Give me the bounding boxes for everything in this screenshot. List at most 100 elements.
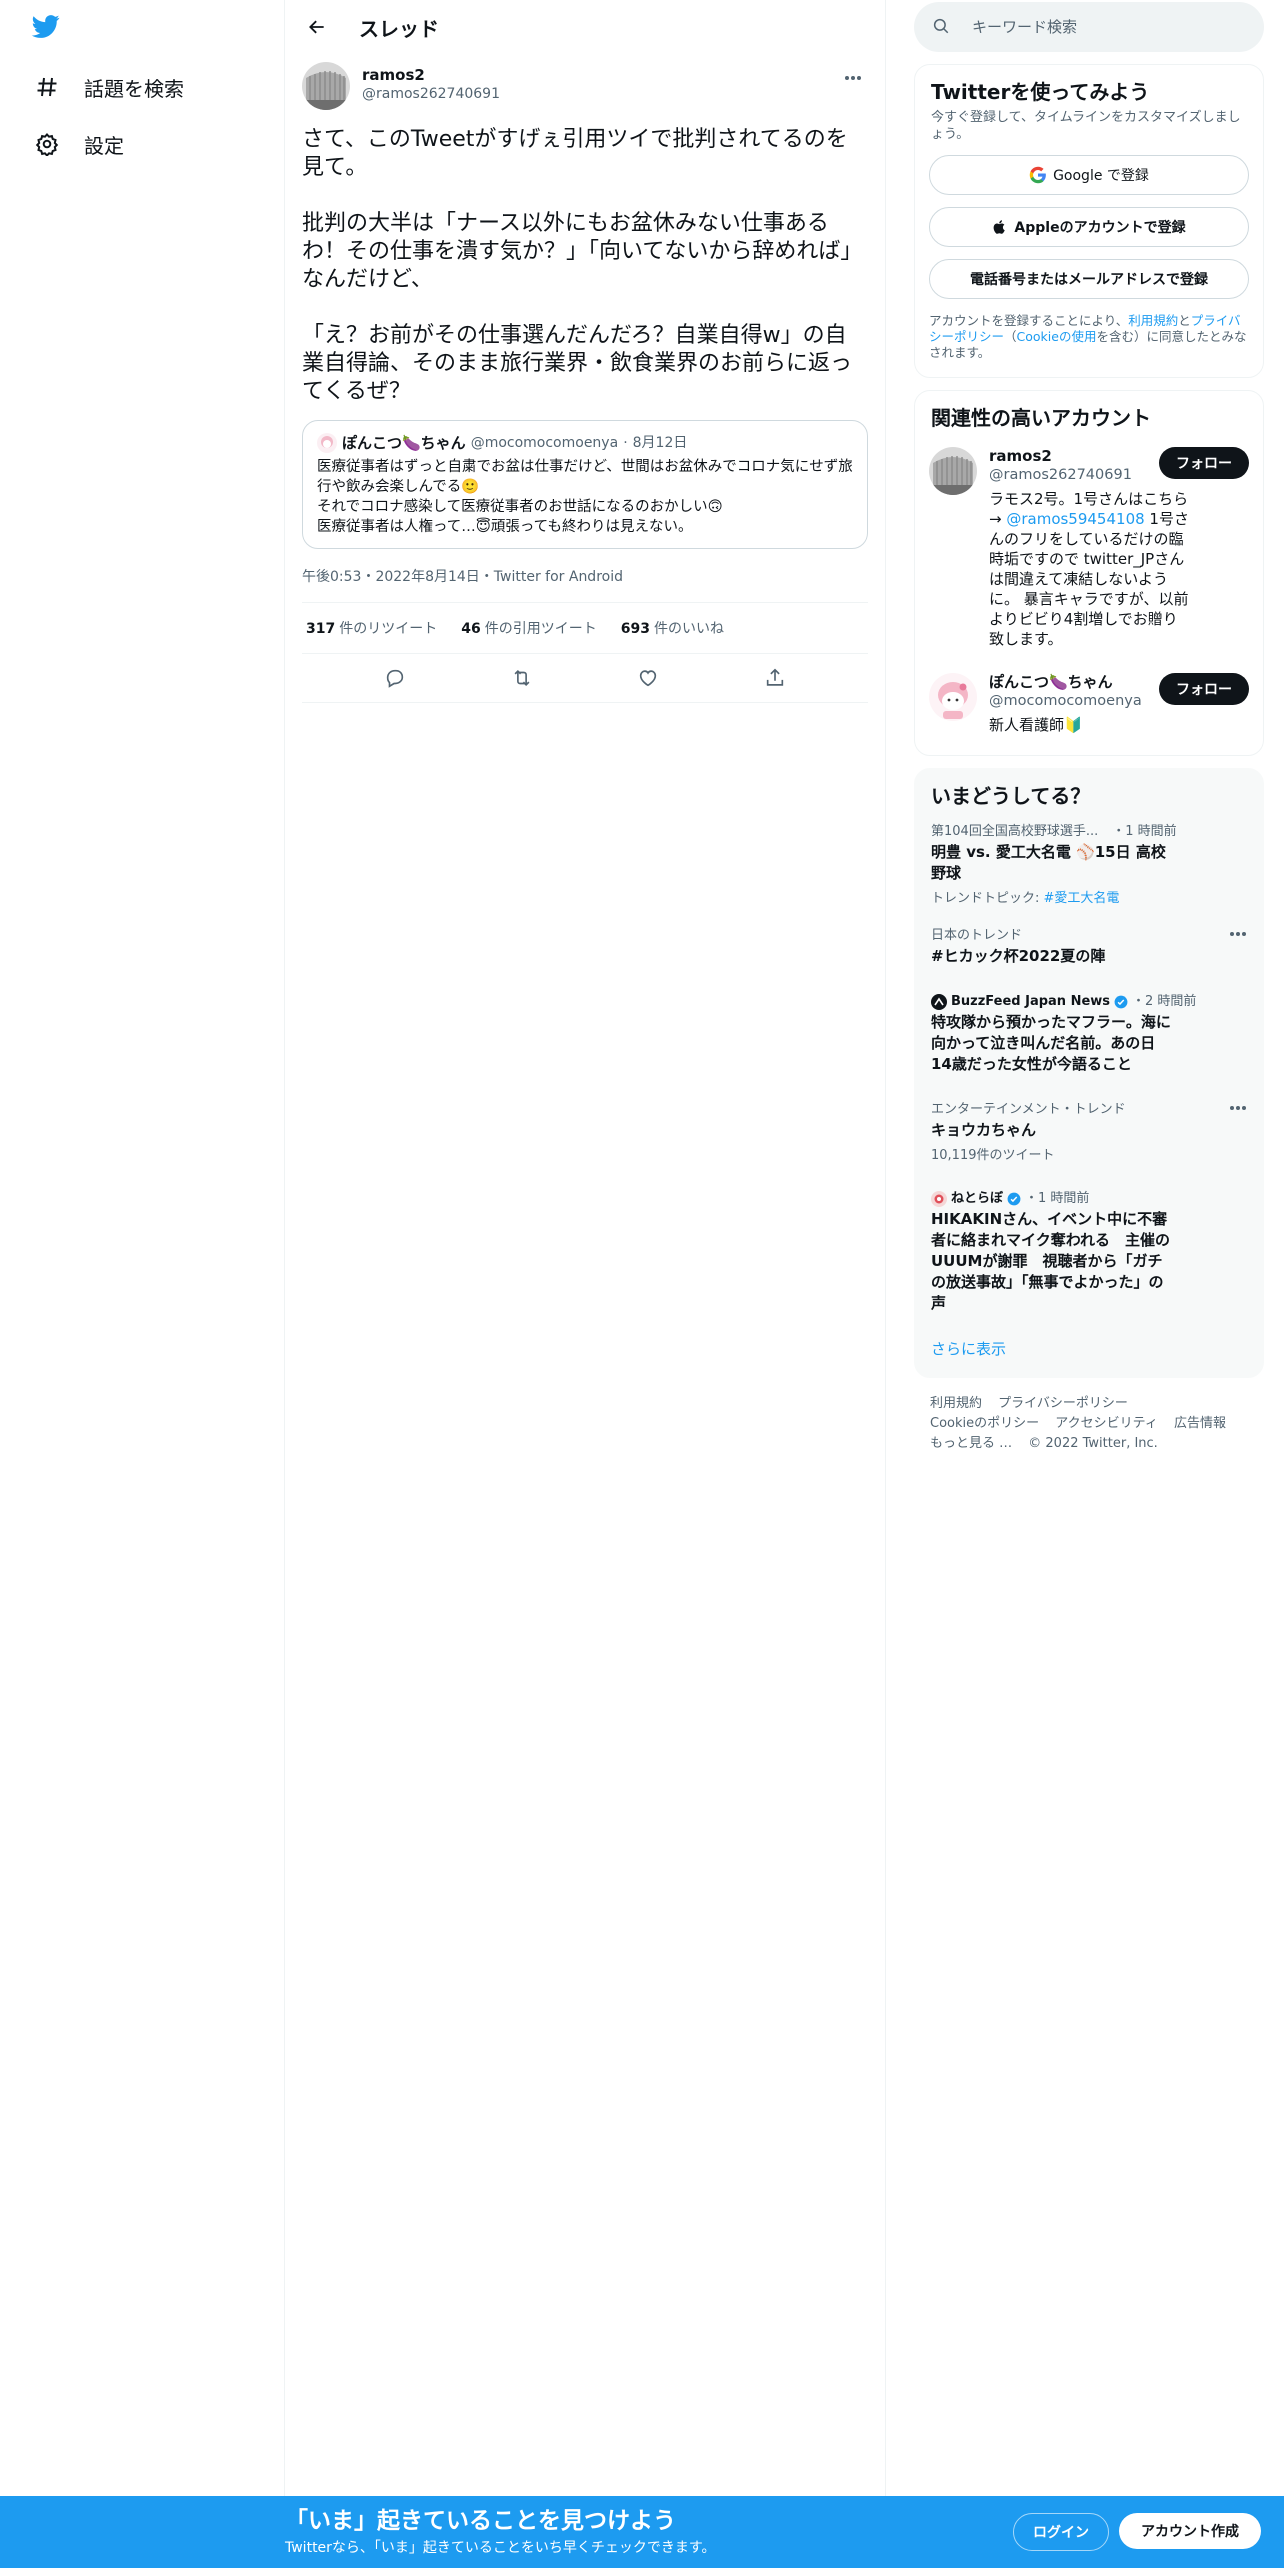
terms-and: と [1178,313,1191,328]
trend-item[interactable]: 日本のトレンド #ヒカック杯2022夏の陣 [915,915,1263,975]
account-bio: 新人看護師🔰 [989,716,1083,734]
account-bio-mention-link[interactable]: @ramos59454108 [1006,510,1144,528]
quote-count-value: 46 [461,621,481,637]
quoted-separator: · [623,435,628,451]
signup-terms: アカウントを登録することにより、利用規約とプライバシーポリシー（Cookieの使… [915,299,1263,361]
left-navigation: 話題を検索 設定 [0,0,285,2568]
twitter-bird-icon[interactable] [30,12,70,48]
author-handle: @ramos262740691 [362,86,500,102]
retweet-count[interactable]: 317 件のリツイート [306,618,437,638]
apple-signup-button[interactable]: Appleのアカウントで登録 [929,207,1249,247]
search-input[interactable] [970,17,1234,37]
like-count-label: 件のいいね [653,621,724,637]
banner-subtitle: Twitterなら、「いま」起きていることをいち早くチェックできます。 [285,2540,716,2556]
quote-count-label: 件の引用ツイート [484,621,597,637]
gear-icon [32,129,62,159]
quoted-tweet[interactable]: ぽんこつ🍆ちゃん @mocomocomoenya · 8月12日 医療従事者はず… [302,420,868,549]
netorabo-logo-icon [931,1190,947,1207]
trends-title: いまどうしてる？ [931,784,1091,808]
footer-link-ads[interactable]: 広告情報 [1174,1414,1226,1434]
signup-subtitle: 今すぐ登録して、タイムラインをカスタマイズしましょう。 [931,110,1241,142]
like-count-value: 693 [620,621,650,637]
account-bio: ラモス2号。1号さんはこちら→ @ramos59454108 1号さんのフリをし… [989,489,1189,649]
hashtag-icon [32,72,62,102]
trend-context: 第104回全国高校野球選手... ・1 時間前 [931,823,1247,840]
phone-email-signup-button[interactable]: 電話番号またはメールアドレスで登録 [929,259,1249,299]
trend-context: 日本のトレンド [931,928,1023,943]
follow-button[interactable]: フォロー [1159,447,1249,479]
retweet-count-label: 件のリツイート [339,621,438,637]
trend-category: 第104回全国高校野球選手... [931,824,1099,839]
trend-item[interactable]: エンターテインメント・トレンド キョウカちゃん 10,119件のツイート [915,1083,1263,1172]
search-icon [932,17,952,37]
tweet-timestamp[interactable]: 午後0:53・2022年8月14日・Twitter for Android [302,567,868,603]
google-signup-button[interactable]: Google で登録 [929,155,1249,195]
trend-topic: トレンドトピック: #愛工大名電 [931,890,1247,907]
trend-tweet-count: 10,119件のツイート [931,1148,1055,1163]
more-horizontal-icon [844,75,862,81]
follow-button[interactable]: フォロー [1159,673,1249,705]
signup-panel: Twitterを使ってみよう 今すぐ登録して、タイムラインをカスタマイズしましょ… [914,64,1264,378]
reply-button[interactable] [377,660,413,696]
account-handle: @mocomocomoenya [989,693,1142,709]
search-bar[interactable] [914,2,1264,52]
signup-title: Twitterを使ってみよう [931,80,1150,104]
tweet-stats: 317 件のリツイート 46 件の引用ツイート 693 件のいいね [302,603,868,654]
retweet-count-value: 317 [306,621,336,637]
footer-link-privacy[interactable]: プライバシーポリシー [998,1394,1128,1414]
retweet-button[interactable] [504,660,540,696]
trend-item[interactable]: ねとらぼ ・1 時間前 HIKAKINさん、イベント中に不審者に絡まれマイク奪わ… [915,1172,1263,1322]
trend-title: 明豊 vs. 愛工大名電 ⚾15日 高校野球 [931,843,1166,882]
reply-icon [384,667,406,689]
login-button[interactable]: ログイン [1013,2513,1109,2551]
back-button[interactable] [299,9,335,45]
more-horizontal-icon[interactable] [1229,931,1249,945]
quoted-avatar [317,433,337,453]
like-icon [637,667,659,689]
trend-hashtag-link[interactable]: #愛工大名電 [1044,891,1120,906]
like-count[interactable]: 693 件のいいね [621,618,724,638]
nav-explore[interactable]: 話題を検索 [32,67,184,107]
quote-count[interactable]: 46 件の引用ツイート [461,618,596,638]
footer-link-cookie[interactable]: Cookieのポリシー [930,1414,1039,1434]
google-signup-label: Google で登録 [1053,168,1149,184]
author-info[interactable]: ramos2 @ramos262740691 [362,62,500,104]
terms-prefix: アカウントを登録することにより、 [929,313,1129,328]
footer-links: 利用規約 プライバシーポリシー Cookieのポリシー アクセシビリティ 広告情… [914,1378,1264,1470]
trends-panel: いまどうしてる？ 第104回全国高校野球選手... ・1 時間前 明豊 vs. 愛… [914,768,1264,1378]
footer-copyright: © 2022 Twitter, Inc. [1028,1436,1158,1451]
like-button[interactable] [630,660,666,696]
nav-settings[interactable]: 設定 [32,124,124,164]
more-horizontal-icon[interactable] [1229,1105,1249,1119]
retweet-icon [511,667,533,689]
account-item[interactable]: ぽんこつ🍆ちゃん @mocomocomoenya 新人看護師🔰 フォロー [915,661,1263,747]
tweet-text: さて、このTweetがすげぇ引用ツイで批判されてるのを見て。 批判の大半は「ナー… [302,127,863,404]
trend-title: 特攻隊から預かったマフラー。海に向かって泣き叫んだ名前。あの日14歳だった女性が… [931,1013,1171,1073]
share-button[interactable] [757,660,793,696]
bottom-signup-banner: 「いま」起きていることを見つけよう Twitterなら、「いま」起きていることを… [0,2496,1284,2568]
footer-link-terms[interactable]: 利用規約 [930,1394,982,1414]
more-options-button[interactable] [838,68,868,88]
trend-item[interactable]: BuzzFeed Japan News ・2 時間前 特攻隊から預かったマフラー… [915,975,1263,1083]
trend-item[interactable]: 第104回全国高校野球選手... ・1 時間前 明豊 vs. 愛工大名電 ⚾15日… [915,809,1263,915]
trend-context: エンターテインメント・トレンド [931,1102,1126,1117]
cookie-use-link[interactable]: Cookieの使用 [1017,329,1097,344]
nav-explore-label: 話題を検索 [84,76,184,101]
thread-header: スレッド [285,0,885,54]
main-tweet: ramos2 @ramos262740691 さて、このTweetがすげぇ引用ツ… [285,62,885,703]
account-handle: @ramos262740691 [989,467,1132,483]
trend-title: キョウカちゃん [931,1121,1037,1139]
trend-time: ・1 時間前 [1025,1191,1090,1206]
create-account-button[interactable]: アカウント作成 [1119,2513,1261,2549]
footer-link-accessibility[interactable]: アクセシビリティ [1055,1414,1158,1434]
tweet-actions [302,654,868,703]
avatar[interactable] [302,62,350,110]
footer-link-more[interactable]: もっと見る … [930,1434,1012,1454]
trend-context: ねとらぼ ・1 時間前 [931,1190,1247,1207]
buzzfeed-logo-icon [931,993,947,1010]
avatar [929,673,977,721]
terms-link[interactable]: 利用規約 [1128,313,1178,328]
quoted-author-handle: @mocomocomoenya [470,435,619,451]
account-item[interactable]: ramos2 @ramos262740691 ラモス2号。1号さんはこちら→ @… [915,435,1263,661]
show-more-link[interactable]: さらに表示 [915,1322,1263,1363]
